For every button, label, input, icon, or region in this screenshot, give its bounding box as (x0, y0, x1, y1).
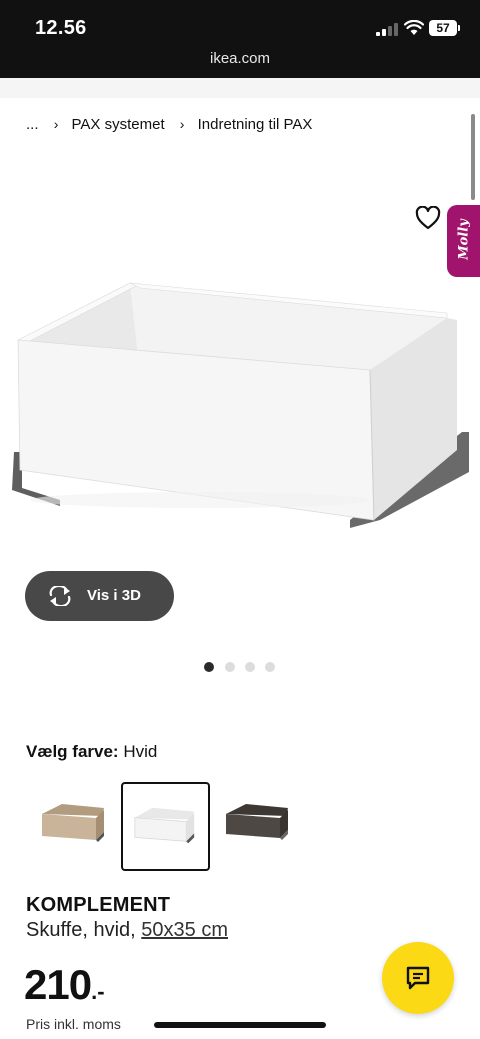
heart-icon[interactable] (415, 206, 441, 230)
home-indicator[interactable] (154, 1022, 326, 1028)
color-label: Vælg farve: (26, 742, 119, 761)
rotate-3d-icon (49, 586, 71, 606)
scrollbar[interactable] (471, 114, 475, 200)
product-price: 210.- (24, 961, 105, 1009)
battery-icon: 57 (429, 20, 457, 36)
color-swatch-oak[interactable] (32, 784, 118, 870)
price-note: Pris inkl. moms (26, 1016, 121, 1032)
breadcrumb: ... › PAX systemet › Indretning til PAX (26, 116, 312, 133)
chevron-right-icon: › (53, 116, 59, 132)
price-value: 210 (24, 961, 92, 1008)
price-suffix: .- (91, 979, 105, 1004)
product-size-link[interactable]: 50x35 cm (141, 919, 228, 941)
breadcrumb-pax-interior[interactable]: Indretning til PAX (198, 116, 313, 133)
assistant-label: Molly (456, 219, 472, 260)
color-value: Hvid (123, 742, 158, 761)
battery-tip (458, 25, 460, 31)
color-swatch-white[interactable] (121, 782, 210, 871)
carousel-dot[interactable] (225, 662, 235, 672)
chat-icon (406, 966, 430, 990)
breadcrumb-ellipsis[interactable]: ... (26, 116, 39, 133)
url-label[interactable]: ikea.com (0, 50, 480, 67)
view-in-3d-button[interactable]: Vis i 3D (25, 571, 174, 621)
product-description: Skuffe, hvid, 50x35 cm (26, 919, 228, 942)
product-description-text: Skuffe, hvid, (26, 919, 136, 941)
product-image (12, 282, 469, 528)
carousel-dot[interactable] (245, 662, 255, 672)
header-strip (0, 78, 480, 98)
breadcrumb-pax-system[interactable]: PAX systemet (72, 116, 165, 133)
carousel-dot[interactable] (265, 662, 275, 672)
chevron-right-icon: › (179, 116, 185, 132)
color-selector-label: Vælg farve: Hvid (26, 742, 157, 762)
carousel-dot[interactable] (204, 662, 214, 672)
view-in-3d-label: Vis i 3D (87, 587, 141, 604)
product-name: KOMPLEMENT (26, 894, 171, 916)
status-bar: 12.56 57 ikea.com (0, 0, 480, 78)
color-swatch-dark[interactable] (216, 784, 302, 870)
status-time: 12.56 (35, 17, 87, 39)
signal-icon (376, 22, 400, 36)
assistant-tab[interactable]: Molly (447, 205, 480, 277)
drawer-dark-thumbnail (226, 804, 288, 840)
wifi-icon (404, 20, 424, 35)
drawer-white-thumbnail (134, 807, 195, 844)
chat-button[interactable] (382, 942, 454, 1014)
drawer-oak-thumbnail (42, 804, 104, 842)
